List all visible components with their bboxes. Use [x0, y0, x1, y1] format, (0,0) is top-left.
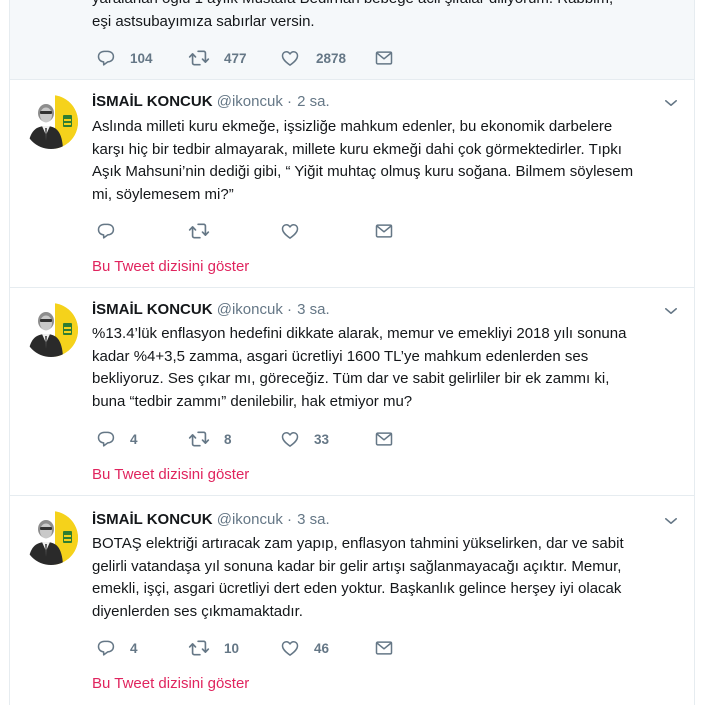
direct-message-button[interactable]: [374, 220, 394, 242]
envelope-icon: [374, 221, 394, 241]
reply-count: 4: [130, 431, 138, 447]
reply-icon: [96, 48, 116, 68]
reply-icon: [96, 429, 116, 449]
retweet-icon: [188, 220, 210, 242]
user-fullname[interactable]: İSMAİL KONCUK: [92, 93, 213, 110]
profile-photo: [24, 95, 78, 149]
like-count: 33: [314, 431, 330, 447]
profile-photo: [24, 303, 78, 357]
like-count: 2878: [316, 50, 347, 66]
avatar[interactable]: [24, 303, 78, 357]
retweet-button[interactable]: [188, 220, 224, 242]
tweet-text: Aslında milleti kuru ekmeğe, işsizliğe m…: [92, 118, 634, 203]
heart-icon: [280, 429, 300, 449]
direct-message-button[interactable]: [374, 47, 394, 69]
retweet-icon: [188, 47, 210, 69]
heart-icon: [280, 638, 300, 658]
chevron-down-icon[interactable]: [662, 302, 680, 320]
separator-dot: ·: [287, 301, 292, 318]
tweet-actions: 104 477 2878: [92, 47, 412, 69]
tweet-timestamp[interactable]: 2 sa.: [297, 93, 330, 110]
direct-message-button[interactable]: [374, 428, 394, 450]
retweet-button[interactable]: 8: [188, 428, 232, 450]
retweet-button[interactable]: 477: [188, 47, 247, 69]
tweet-text: yaralanan oğlu 1 aylık Mustafa Bedirhan …: [92, 0, 613, 30]
avatar[interactable]: [24, 95, 78, 149]
previous-tweet[interactable]: yaralanan oğlu 1 aylık Mustafa Bedirhan …: [10, 0, 694, 80]
retweet-count: 10: [224, 640, 240, 656]
avatar[interactable]: [24, 511, 78, 565]
user-fullname[interactable]: İSMAİL KONCUK: [92, 301, 213, 318]
show-thread-link[interactable]: Bu Tweet dizisini göster: [92, 257, 249, 277]
separator-dot: ·: [287, 511, 292, 528]
tweet-actions: 4 10 46: [92, 637, 412, 659]
heart-icon: [280, 48, 300, 68]
tweet-header: İSMAİL KONCUK @ikoncuk · 3 sa.: [92, 510, 330, 530]
tweet-timestamp[interactable]: 3 sa.: [297, 301, 330, 318]
envelope-icon: [374, 48, 394, 68]
show-thread-link[interactable]: Bu Tweet dizisini göster: [92, 674, 249, 694]
envelope-icon: [374, 638, 394, 658]
tweet-header: İSMAİL KONCUK @ikoncuk · 2 sa.: [92, 92, 330, 112]
tweet[interactable]: İSMAİL KONCUK @ikoncuk · 2 sa. Aslında m…: [10, 80, 694, 288]
retweet-button[interactable]: 10: [188, 637, 239, 659]
envelope-icon: [374, 429, 394, 449]
show-thread-link[interactable]: Bu Tweet dizisini göster: [92, 465, 249, 485]
tweet-timeline: yaralanan oğlu 1 aylık Mustafa Bedirhan …: [9, 0, 695, 705]
tweet-actions: 4 8 33: [92, 428, 412, 450]
reply-count: 4: [130, 640, 138, 656]
separator-dot: ·: [287, 93, 292, 110]
retweet-icon: [188, 637, 210, 659]
user-handle[interactable]: @ikoncuk: [217, 511, 283, 528]
reply-button[interactable]: 4: [96, 637, 138, 659]
like-button[interactable]: 2878: [280, 47, 346, 69]
like-count: 46: [314, 640, 330, 656]
like-button[interactable]: 46: [280, 637, 329, 659]
reply-count: 104: [130, 50, 153, 66]
tweet-header: İSMAİL KONCUK @ikoncuk · 3 sa.: [92, 300, 330, 320]
user-handle[interactable]: @ikoncuk: [217, 93, 283, 110]
tweet-timestamp[interactable]: 3 sa.: [297, 511, 330, 528]
like-button[interactable]: [280, 220, 314, 242]
tweet[interactable]: İSMAİL KONCUK @ikoncuk · 3 sa. BOTAŞ ele…: [10, 496, 694, 705]
retweet-icon: [188, 428, 210, 450]
like-button[interactable]: 33: [280, 428, 329, 450]
tweet-text: %13.4’lük enflasyon hedefini dikkate ala…: [92, 325, 627, 410]
retweet-count: 8: [224, 431, 232, 447]
tweet-text: BOTAŞ elektriği artıracak zam yapıp, enf…: [92, 535, 624, 620]
profile-photo: [24, 511, 78, 565]
reply-button[interactable]: 104: [96, 47, 153, 69]
chevron-down-icon[interactable]: [662, 94, 680, 112]
chevron-down-icon[interactable]: [662, 512, 680, 530]
retweet-count: 477: [224, 50, 247, 66]
reply-icon: [96, 638, 116, 658]
reply-button[interactable]: [96, 220, 130, 242]
user-handle[interactable]: @ikoncuk: [217, 301, 283, 318]
heart-icon: [280, 221, 300, 241]
tweet-actions: [92, 220, 412, 242]
user-fullname[interactable]: İSMAİL KONCUK: [92, 511, 213, 528]
reply-button[interactable]: 4: [96, 428, 138, 450]
reply-icon: [96, 221, 116, 241]
tweet[interactable]: İSMAİL KONCUK @ikoncuk · 3 sa. %13.4’lük…: [10, 288, 694, 496]
direct-message-button[interactable]: [374, 637, 394, 659]
